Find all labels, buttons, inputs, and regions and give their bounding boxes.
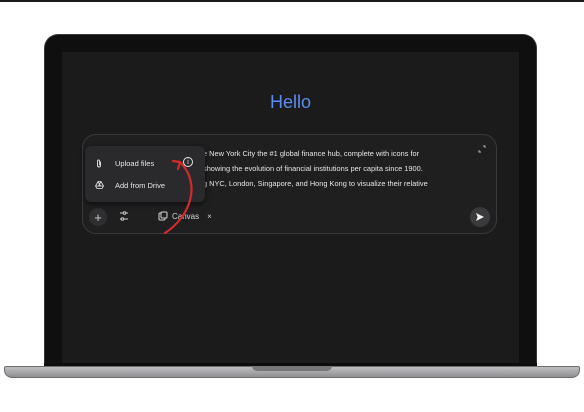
add-button[interactable]: + (89, 208, 107, 226)
prompt-line: e New York City the #1 global finance hu… (203, 149, 420, 158)
close-icon[interactable]: × (207, 212, 212, 221)
send-button[interactable] (470, 207, 490, 227)
paperclip-icon (95, 159, 115, 168)
greeting-title: Hello (269, 92, 312, 112)
canvas-label: Canvas (172, 211, 200, 221)
top-rule (0, 0, 584, 2)
menu-item-add-from-drive[interactable]: Add from Drive (85, 174, 205, 196)
plus-icon: + (94, 209, 102, 225)
menu-item-label: Add from Drive (115, 180, 166, 190)
laptop-screen: Hello e New York City the #1 global fina… (62, 52, 519, 363)
laptop-notch (252, 366, 332, 371)
upload-menu: Upload files Add from Drive (85, 146, 205, 202)
canvas-chip[interactable]: Canvas × (158, 209, 212, 223)
prompt-line: g NYC, London, Singapore, and Hong Kong … (203, 179, 428, 188)
expand-icon[interactable] (478, 145, 486, 153)
drive-icon (95, 181, 115, 189)
tools-button[interactable] (117, 209, 131, 223)
menu-item-label: Upload files (115, 158, 155, 168)
prompt-line: showing the evolution of financial insti… (203, 164, 423, 173)
sliders-icon (120, 211, 128, 221)
send-icon (476, 213, 484, 221)
info-icon: i (183, 157, 193, 167)
canvas-icon (158, 211, 168, 221)
prompt-text[interactable]: e New York City the #1 global finance hu… (203, 146, 483, 191)
